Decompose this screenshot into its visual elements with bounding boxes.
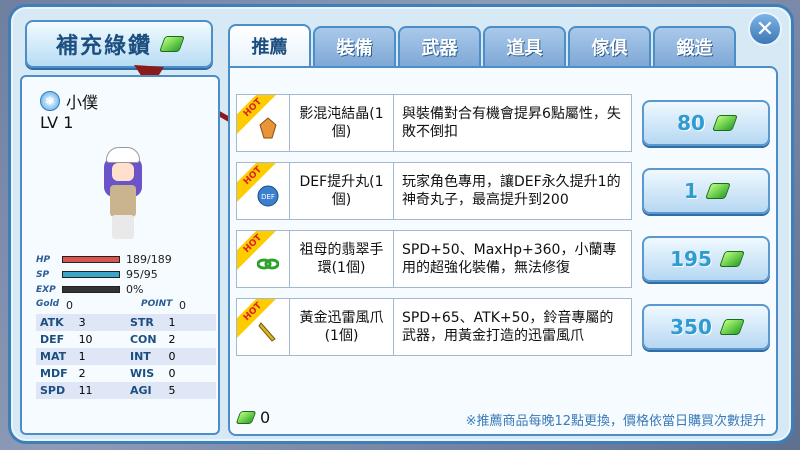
refresh-note: ※推薦商品每晚12點更換，價格依當日購買次數提升 [465, 414, 766, 429]
point-tag: POINT [141, 299, 173, 309]
tab-furniture[interactable]: 傢俱 [568, 26, 651, 66]
item-name: 祖母的翡翠手環(1個) [290, 230, 394, 288]
stat-key: DEF [40, 333, 65, 346]
stat-key: STR [125, 314, 165, 331]
stats-row: DEF 10 CON 2 [36, 331, 216, 348]
price-value: 80 [677, 111, 705, 135]
price-value: 1 [684, 179, 698, 203]
item-icon-cell: HOT [236, 298, 290, 356]
stats-row: SPD 11 AGI 5 [36, 382, 216, 399]
gem-balance: 0 [235, 408, 271, 427]
item-icon-cell: HOT DEF [236, 162, 290, 220]
close-button[interactable]: ✕ [748, 12, 782, 46]
green-gem-icon [718, 319, 745, 335]
price-value: 195 [670, 247, 712, 271]
stat-value: 3 [74, 314, 126, 331]
stat-value: 1 [164, 314, 216, 331]
tab-equipment[interactable]: 裝備 [313, 26, 396, 66]
tab-items[interactable]: 道具 [483, 26, 566, 66]
snowflake-icon: ❄ [40, 91, 60, 111]
golden-claw-icon [257, 321, 279, 343]
item-row-golden-thunder-claw: HOT 黃金迅雷風爪(1個) SPD+65、ATK+50，鈴音專屬的武器，用黃金打造… [236, 298, 632, 356]
green-gem-icon [712, 115, 738, 131]
point-value: 0 [179, 299, 186, 312]
item-row-def-pill: HOT DEF DEF提升丸(1個) 玩家角色專用，讓DEF永久提升1的神奇丸子，最高… [236, 162, 632, 220]
item-name: DEF提升丸(1個) [290, 162, 394, 220]
gold-value: 0 [66, 299, 73, 312]
buy-button-jade-bracelet[interactable]: 195 [642, 236, 770, 282]
stat-key: MDF [40, 367, 68, 380]
tab-forge[interactable]: 鍛造 [653, 26, 736, 66]
item-description: SPD+50、MaxHp+360，小蘭專用的超強化裝備，無法修復 [394, 230, 632, 288]
character-sprite [100, 147, 146, 242]
stat-key: INT [125, 348, 165, 365]
item-name: 影混沌結晶(1個) [290, 94, 394, 152]
def-pill-icon: DEF [257, 185, 279, 207]
stats-table: ATK 3 STR 1 DEF 10 CON 2 MAT 1 INT 0 MDF 2 WIS 0 SPD 11 AG… [36, 314, 216, 399]
item-description: SPD+65、ATK+50，鈴音專屬的武器，用黃金打造的迅雷風爪 [394, 298, 632, 356]
buy-button-shadow-chaos-crystal[interactable]: 80 [642, 100, 770, 146]
category-tabs: 推薦 裝備 武器 道具 傢俱 鍛造 [228, 24, 736, 66]
stats-row: MDF 2 WIS 0 [36, 365, 216, 382]
item-row-shadow-chaos-crystal: HOT 影混沌結晶(1個) 與裝備對合有機會提昇6點屬性，失敗不倒扣 [236, 94, 632, 152]
svg-text:DEF: DEF [261, 193, 275, 201]
item-description: 玩家角色專用，讓DEF永久提升1的神奇丸子，最高提升到200 [394, 162, 632, 220]
tab-weapons[interactable]: 武器 [398, 26, 481, 66]
green-gem-icon [718, 251, 745, 267]
stat-key: ATK [36, 314, 75, 331]
stat-key: WIS [129, 367, 155, 380]
character-name: 小僕 [66, 93, 99, 112]
stat-key: SPD [36, 382, 75, 399]
hp-bar: HP 189/189 [36, 253, 172, 266]
stat-value: 11 [74, 382, 126, 399]
gold-tag: Gold [36, 299, 60, 309]
green-gem-icon [235, 411, 257, 424]
stat-key: AGI [125, 382, 165, 399]
item-row-jade-bracelet: HOT 祖母的翡翠手環(1個) SPD+50、MaxHp+360，小蘭專用的超強化裝… [236, 230, 632, 288]
stat-value: 10 [78, 333, 93, 346]
gem-balance-value: 0 [260, 408, 271, 427]
orange-crystal-icon [257, 117, 279, 139]
stat-value: 5 [164, 382, 216, 399]
stats-row: MAT 1 INT 0 [36, 348, 216, 365]
jade-bracelet-icon [256, 253, 280, 275]
item-name: 黃金迅雷風爪(1個) [290, 298, 394, 356]
stat-value: 0 [168, 367, 176, 380]
item-icon-cell: HOT [236, 94, 290, 152]
stat-value: 1 [74, 348, 126, 365]
character-level: LV 1 [40, 113, 74, 132]
item-list: HOT 影混沌結晶(1個) 與裝備對合有機會提昇6點屬性，失敗不倒扣 80 HOT DEF… [228, 66, 778, 436]
price-value: 350 [670, 315, 712, 339]
tab-recommended[interactable]: 推薦 [228, 24, 311, 66]
stat-key: CON [129, 333, 157, 346]
stats-row: ATK 3 STR 1 [36, 314, 216, 331]
green-gem-icon [705, 183, 731, 199]
status-bars: HP 189/189 SP 95/95 EXP 0% Gold 0 POINT … [36, 252, 216, 312]
green-gem-icon [159, 36, 185, 52]
exp-bar: EXP 0% [36, 283, 144, 296]
stat-value: 2 [78, 367, 86, 380]
stat-value: 0 [164, 348, 216, 365]
item-description: 與裝備對合有機會提昇6點屬性，失敗不倒扣 [394, 94, 632, 152]
character-panel: ❄ 小僕 LV 1 HP 189/189 SP 95/95 EXP 0% Gol… [20, 75, 220, 435]
character-name-row: ❄ 小僕 [40, 89, 98, 113]
buy-button-golden-thunder-claw[interactable]: 350 [642, 304, 770, 350]
gold-point-row: Gold 0 POINT 0 [36, 299, 216, 312]
item-icon-cell: HOT [236, 230, 290, 288]
buy-button-def-pill[interactable]: 1 [642, 168, 770, 214]
stat-value: 2 [168, 333, 176, 346]
sp-bar: SP 95/95 [36, 268, 158, 281]
stat-key: MAT [36, 348, 75, 365]
